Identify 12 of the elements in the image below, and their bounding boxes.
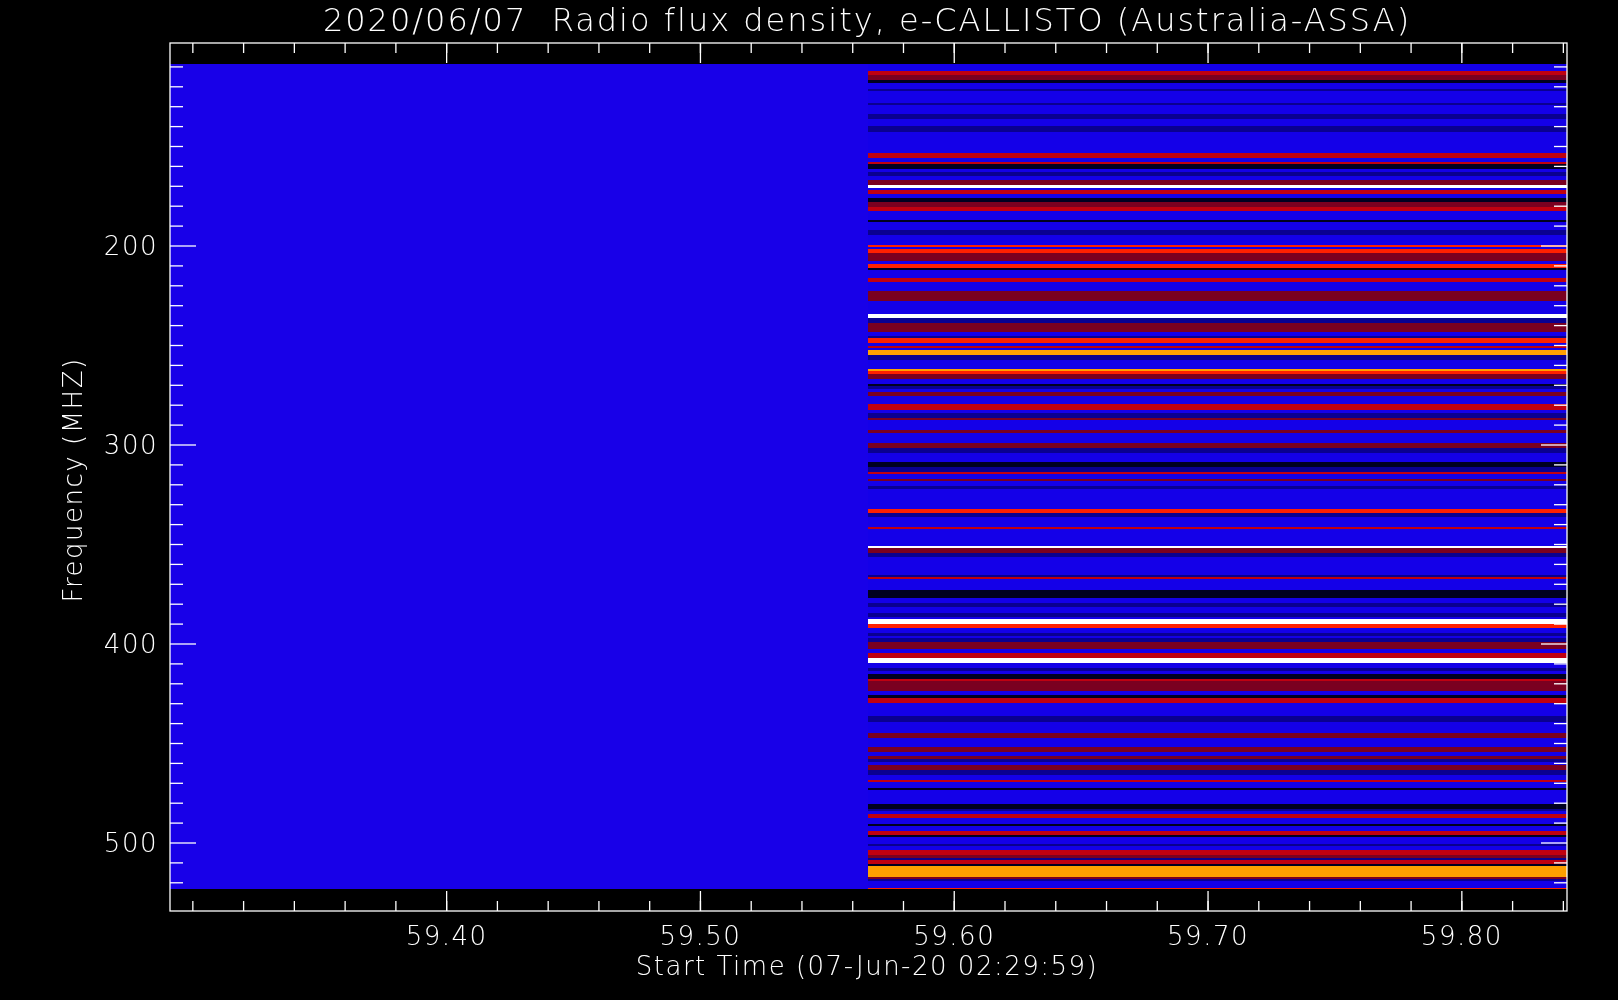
x-tick-label: 59.50	[659, 921, 742, 951]
x-tick-label: 59.40	[405, 921, 488, 951]
x-axis-label: Start Time (07-Jun-20 02:29:59)	[635, 951, 1099, 981]
chart-title: 2020/06/07 Radio flux density, e-CALLISTO (Australia-ASSA)	[322, 1, 1412, 39]
y-axis-label: Frequency (MHZ)	[58, 357, 88, 603]
x-tick-label: 59.80	[1420, 921, 1503, 951]
x-tick-label: 59.60	[913, 921, 996, 951]
y-tick-label: 200	[103, 231, 158, 261]
y-tick-label: 300	[103, 430, 158, 460]
y-tick-label: 400	[103, 629, 158, 659]
y-tick-label: 500	[103, 828, 158, 858]
x-tick-label: 59.70	[1167, 921, 1249, 951]
